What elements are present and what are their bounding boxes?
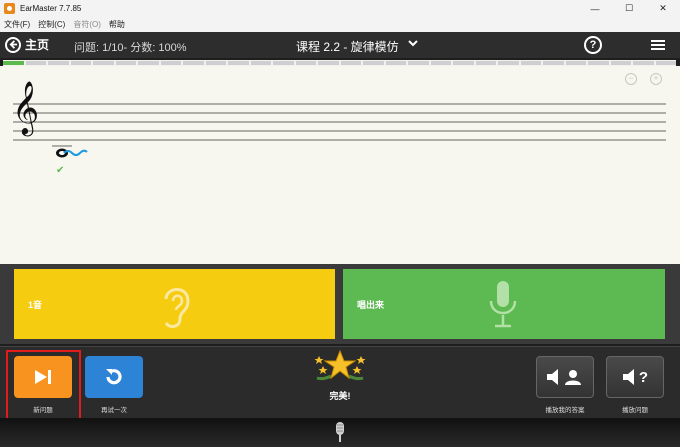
window-title-bar: EarMaster 7.7.85 — ☐ ✕ bbox=[0, 0, 680, 17]
menu-file[interactable]: 文件(F) bbox=[0, 19, 34, 30]
progress-segment bbox=[3, 61, 24, 65]
speaker-person-icon bbox=[547, 369, 581, 385]
back-arrow-icon bbox=[5, 36, 21, 53]
window-title: EarMaster 7.7.85 bbox=[20, 4, 82, 13]
microphone-status-icon[interactable] bbox=[333, 422, 347, 444]
score-area: 𝄞 ✔ bbox=[0, 66, 680, 264]
lesson-toolbar: 主页 问题: 1/10- 分数: 100% 课程 2.2 - 旋律模仿 ? bbox=[0, 32, 680, 58]
progress-segment bbox=[250, 61, 271, 65]
progress-segment bbox=[273, 61, 294, 65]
progress-segment bbox=[138, 61, 159, 65]
progress-segment bbox=[475, 61, 496, 65]
treble-clef-icon: 𝄞 bbox=[12, 80, 40, 134]
play-question-button[interactable]: ? bbox=[606, 356, 664, 398]
progress-segment bbox=[543, 61, 564, 65]
retry-icon bbox=[106, 369, 122, 385]
maximize-button[interactable]: ☐ bbox=[612, 0, 646, 17]
correct-check-icon: ✔ bbox=[56, 165, 65, 176]
microphone-footer bbox=[0, 418, 680, 447]
play-my-answer-button[interactable] bbox=[536, 356, 594, 398]
minimize-button[interactable]: — bbox=[578, 0, 612, 17]
chevron-down-icon[interactable] bbox=[408, 38, 418, 51]
progress-segment bbox=[520, 61, 541, 65]
highlight-box bbox=[6, 350, 81, 420]
progress-segment bbox=[453, 61, 474, 65]
microphone-icon bbox=[489, 281, 517, 328]
progress-segment bbox=[385, 61, 406, 65]
perfect-stars-icon bbox=[314, 350, 366, 381]
progress-segment bbox=[205, 61, 226, 65]
progress-segment bbox=[565, 61, 586, 65]
menu-help[interactable]: 帮助 bbox=[105, 19, 129, 30]
progress-segment bbox=[655, 61, 676, 65]
progress-segment bbox=[363, 61, 384, 65]
question-mark-icon: ? bbox=[638, 368, 649, 386]
menu-bar: 文件(F) 控制(C) 音符(O) 帮助 bbox=[0, 17, 680, 32]
ear-icon bbox=[164, 288, 190, 328]
progress-segment bbox=[295, 61, 316, 65]
progress-segment bbox=[228, 61, 249, 65]
music-staff bbox=[13, 103, 666, 147]
retry-button[interactable] bbox=[85, 356, 143, 398]
zoom-in-icon[interactable]: + bbox=[650, 73, 662, 85]
play-my-answer-label: 播放我的答案 bbox=[545, 407, 585, 414]
progress-segment bbox=[588, 61, 609, 65]
close-button[interactable]: ✕ bbox=[646, 0, 680, 17]
earmaster-app-icon bbox=[4, 3, 15, 14]
progress-segment bbox=[183, 61, 204, 65]
zoom-out-icon[interactable]: − bbox=[625, 73, 637, 85]
progress-segment bbox=[610, 61, 631, 65]
window-controls: — ☐ ✕ bbox=[578, 0, 680, 17]
play-question-label: 播放问题 bbox=[622, 407, 648, 414]
menu-control[interactable]: 控制(C) bbox=[34, 19, 69, 30]
progress-segment bbox=[633, 61, 654, 65]
menu-notes[interactable]: 音符(O) bbox=[69, 19, 105, 30]
progress-segment bbox=[498, 61, 519, 65]
lesson-title[interactable]: 课程 2.2 - 旋律模仿 bbox=[296, 38, 399, 55]
speaker-icon bbox=[622, 369, 634, 385]
hamburger-menu-icon[interactable] bbox=[651, 40, 665, 50]
sing-card[interactable]: 唱出来 bbox=[343, 269, 665, 339]
progress-segment bbox=[115, 61, 136, 65]
progress-segment bbox=[93, 61, 114, 65]
progress-segment bbox=[160, 61, 181, 65]
listen-card[interactable]: 1音 bbox=[14, 269, 335, 339]
sung-note bbox=[56, 148, 88, 158]
progress-segment bbox=[70, 61, 91, 65]
result-status: 完美! bbox=[329, 391, 351, 401]
progress-segment bbox=[430, 61, 451, 65]
progress-segment bbox=[318, 61, 339, 65]
help-icon[interactable]: ? bbox=[584, 36, 602, 54]
listen-card-label: 1音 bbox=[28, 300, 43, 310]
progress-segment bbox=[340, 61, 361, 65]
home-button[interactable]: 主页 bbox=[5, 36, 49, 53]
question-score-info: 问题: 1/10- 分数: 100% bbox=[74, 42, 187, 54]
progress-segment bbox=[408, 61, 429, 65]
sing-card-label: 唱出来 bbox=[357, 300, 385, 310]
progress-segment bbox=[48, 61, 69, 65]
home-label: 主页 bbox=[25, 38, 50, 52]
progress-segment bbox=[25, 61, 46, 65]
retry-label: 再试一次 bbox=[101, 407, 127, 414]
